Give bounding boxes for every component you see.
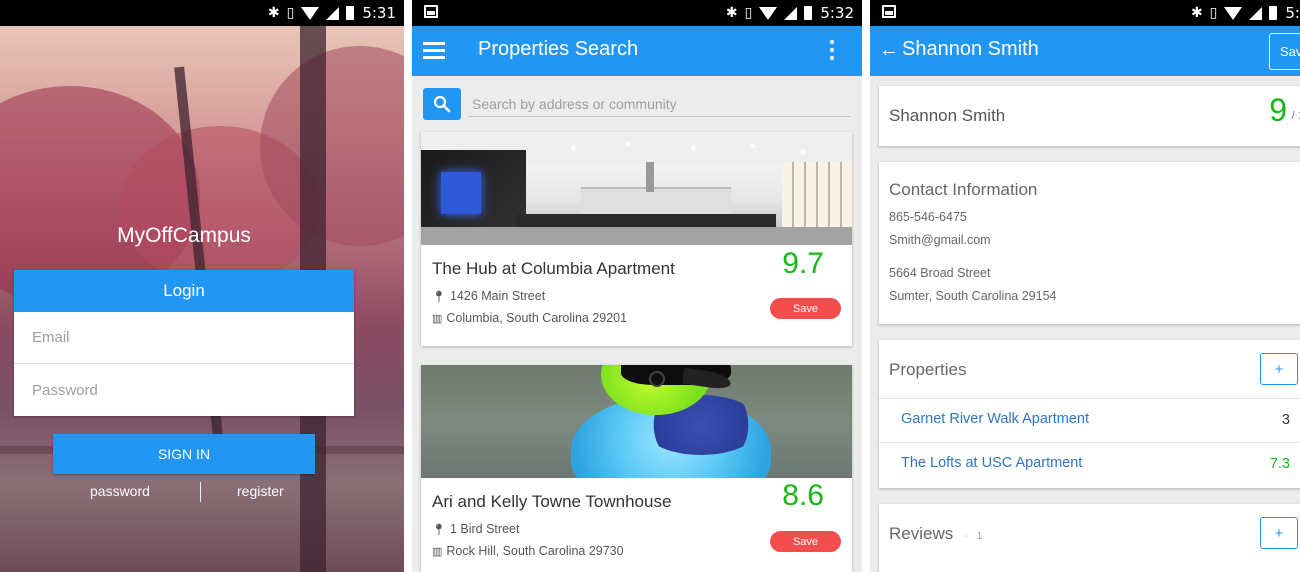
property-link[interactable]: Garnet River Walk Apartment	[901, 411, 1089, 427]
wifi-icon	[1224, 6, 1243, 20]
search-bar	[423, 88, 851, 120]
map-icon: ▥	[432, 312, 443, 325]
city-text: Columbia, South Carolina 29201	[446, 311, 628, 325]
bluetooth-icon: ✱	[1190, 5, 1203, 21]
clock: 5:31	[362, 4, 396, 22]
bluetooth-icon: ✱	[267, 5, 280, 21]
address-text: 1 Bird Street	[449, 522, 520, 536]
property-score: 7.3	[1269, 456, 1290, 472]
contact-city: Sumter, South Carolina 29154	[889, 289, 1057, 303]
back-arrow-icon[interactable]: ←	[879, 39, 899, 62]
clock: 5:32	[820, 4, 854, 22]
property-link[interactable]: The Lofts at USC Apartment	[901, 455, 1082, 471]
login-screen: ✱ ▯ 5:31 MyOffCampus Login Email Passwor…	[0, 0, 404, 572]
clock: 5:	[1285, 4, 1300, 22]
reviews-count: 1	[976, 530, 983, 542]
battery-icon	[346, 6, 355, 20]
property-address: 📍︎ 1 Bird Street	[432, 522, 519, 536]
list-item[interactable]: The Lofts at USC Apartment 7.3	[879, 442, 1300, 486]
contact-heading: Contact Information	[889, 180, 1038, 199]
property-photo	[421, 365, 852, 478]
notification-image-icon	[424, 5, 438, 18]
property-score: 8.6	[782, 479, 824, 512]
property-score: 9.7	[782, 247, 824, 280]
reviews-card: Reviews · 1 +	[879, 504, 1300, 572]
person-detail-screen: ✱ ▯ 5: ← Shannon Smith Sav Shannon Smith…	[870, 0, 1300, 572]
login-header: Login	[14, 270, 354, 312]
location-pin-icon: 📍︎	[432, 523, 446, 536]
more-vert-icon[interactable]	[830, 40, 834, 60]
login-links: password register	[60, 482, 320, 502]
search-button[interactable]	[423, 88, 461, 120]
save-button[interactable]: Save	[770, 531, 841, 552]
contact-street: 5664 Broad Street	[889, 266, 991, 280]
vibrate-icon: ▯	[286, 5, 295, 21]
signal-icon	[784, 6, 798, 20]
signal-icon	[1249, 6, 1263, 20]
property-name: The Hub at Columbia Apartment	[432, 259, 675, 278]
reviews-separator: ·	[963, 530, 968, 542]
bluetooth-icon: ✱	[725, 5, 738, 21]
contact-email[interactable]: Smith@gmail.com	[889, 233, 991, 247]
hamburger-menu-icon[interactable]	[423, 42, 445, 59]
property-card[interactable]: The Hub at Columbia Apartment 9.7 📍︎ 142…	[421, 132, 852, 346]
add-property-button[interactable]: +	[1260, 353, 1298, 385]
search-screen: ✱ ▯ 5:32 Properties Search Search by add…	[412, 0, 862, 572]
reviews-heading: Reviews · 1	[889, 524, 983, 544]
save-button[interactable]: Save	[770, 298, 841, 319]
status-bar: ✱ ▯ 5:	[870, 0, 1300, 26]
property-city: ▥ Rock Hill, South Carolina 29730	[432, 544, 624, 558]
list-item[interactable]: Garnet River Walk Apartment 3	[879, 398, 1300, 442]
person-summary-card: Shannon Smith 9 / 10	[879, 86, 1300, 146]
score-max: / 10	[1291, 110, 1300, 122]
battery-icon	[1269, 6, 1278, 20]
save-button[interactable]: Sav	[1269, 33, 1300, 70]
search-icon	[433, 95, 451, 113]
status-bar: ✱ ▯ 5:32	[412, 0, 862, 26]
person-score: 9	[1269, 92, 1287, 128]
email-field[interactable]: Email	[14, 312, 354, 364]
notification-image-icon	[882, 5, 896, 18]
property-card[interactable]: Ari and Kelly Towne Townhouse 8.6 📍︎ 1 B…	[421, 365, 852, 572]
city-text: Rock Hill, South Carolina 29730	[446, 544, 624, 558]
property-address: 📍︎ 1426 Main Street	[432, 289, 545, 303]
contact-phone[interactable]: 865-546-6475	[889, 210, 967, 224]
person-name: Shannon Smith	[889, 106, 1006, 125]
properties-card: Properties + Garnet River Walk Apartment…	[879, 340, 1300, 488]
search-input[interactable]	[468, 91, 851, 117]
register-link[interactable]: register	[237, 483, 284, 499]
location-pin-icon: 📍︎	[432, 290, 446, 303]
reviews-title: Reviews	[889, 524, 954, 543]
status-bar: ✱ ▯ 5:31	[0, 0, 404, 26]
contact-card: Contact Information 865-546-6475 Smith@g…	[879, 162, 1300, 324]
app-bar: ← Shannon Smith Sav	[870, 26, 1300, 76]
page-title: Shannon Smith	[902, 38, 1039, 60]
property-name: Ari and Kelly Towne Townhouse	[432, 492, 672, 511]
property-city: ▥ Columbia, South Carolina 29201	[432, 311, 627, 325]
add-review-button[interactable]: +	[1260, 517, 1298, 549]
link-divider	[200, 482, 201, 502]
login-card: Login Email Password	[14, 270, 354, 416]
page-title: Properties Search	[478, 38, 639, 60]
property-score: 3	[1281, 412, 1290, 428]
password-field[interactable]: Password	[14, 364, 354, 416]
wifi-icon	[301, 6, 320, 20]
sign-in-button[interactable]: SIGN IN	[53, 434, 315, 474]
map-icon: ▥	[432, 545, 443, 558]
app-name: MyOffCampus	[117, 224, 251, 247]
vibrate-icon: ▯	[744, 5, 753, 21]
property-photo	[421, 132, 852, 245]
address-text: 1426 Main Street	[449, 289, 546, 303]
signal-icon	[326, 6, 340, 20]
forgot-password-link[interactable]: password	[90, 483, 150, 499]
wifi-icon	[759, 6, 778, 20]
battery-icon	[804, 6, 813, 20]
app-bar: Properties Search	[412, 26, 862, 76]
properties-heading: Properties	[889, 360, 967, 379]
vibrate-icon: ▯	[1209, 5, 1218, 21]
